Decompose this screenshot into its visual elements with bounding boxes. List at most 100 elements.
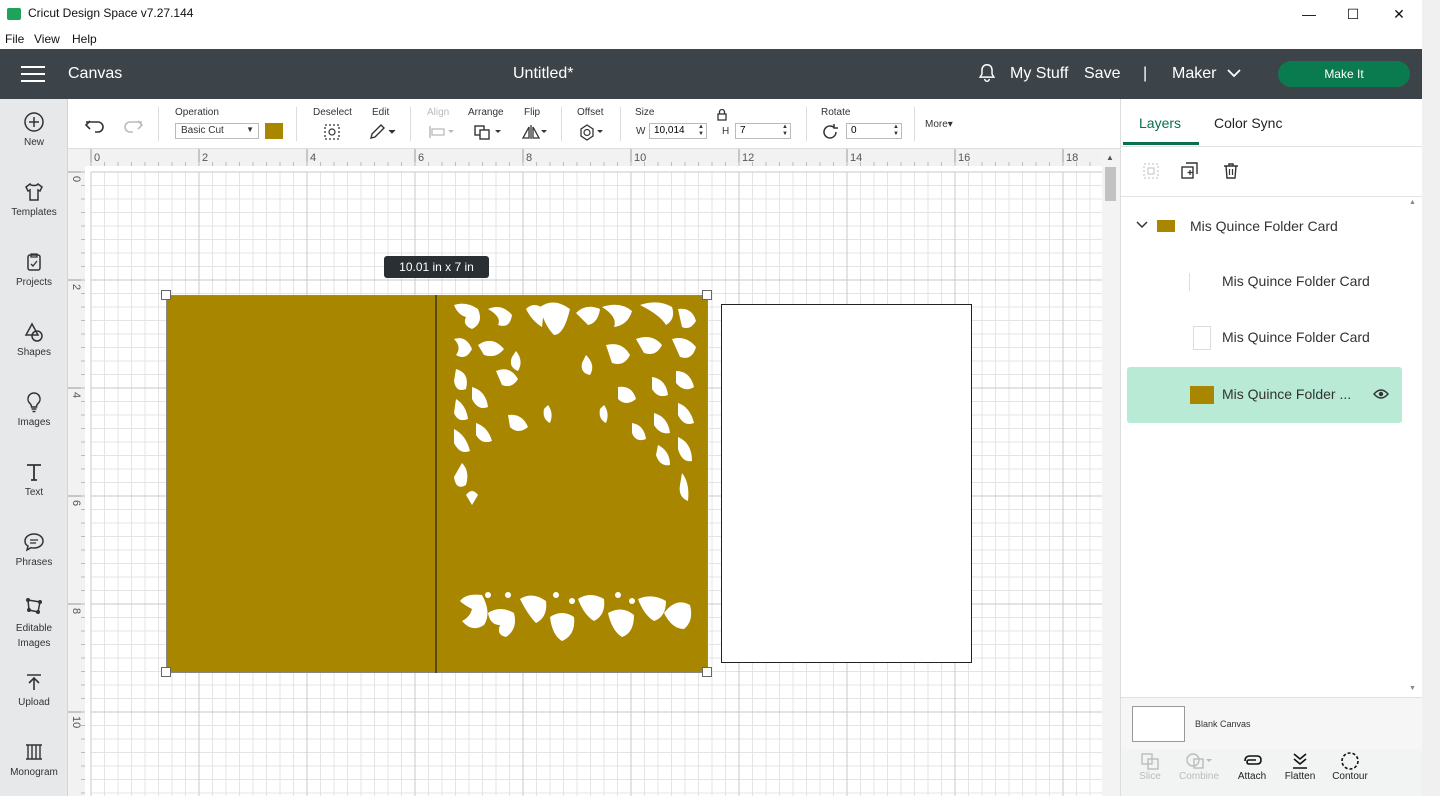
ruler-tick-label: 8: [526, 152, 532, 164]
height-prefix: H: [722, 126, 730, 137]
redo-icon[interactable]: [122, 117, 144, 135]
lock-icon[interactable]: [716, 108, 728, 121]
machine-selector[interactable]: Maker: [1172, 65, 1216, 83]
sidebar-item-images[interactable]: Images: [0, 391, 68, 428]
canvas-scrollbar[interactable]: ▲: [1102, 149, 1120, 796]
height-stepper-icon[interactable]: ▲ ▼: [782, 124, 788, 138]
sidebar-item-projects[interactable]: Projects: [0, 251, 68, 288]
scroll-up-icon[interactable]: ▲: [1409, 199, 1416, 206]
header-separator: |: [1143, 65, 1148, 82]
more-button[interactable]: More▾: [925, 119, 953, 130]
chevron-down-icon[interactable]: [1136, 220, 1148, 230]
blank-card-layer[interactable]: [721, 304, 972, 663]
menu-help[interactable]: Help: [72, 32, 97, 46]
layer-group-row[interactable]: Mis Quince Folder Card: [1121, 204, 1406, 248]
duplicate-icon[interactable]: [1180, 161, 1200, 181]
flip-icon[interactable]: [520, 123, 550, 141]
resize-handle-bottom-left[interactable]: [161, 667, 171, 677]
close-window-button[interactable]: ✕: [1376, 2, 1422, 26]
resize-handle-bottom-right[interactable]: [702, 667, 712, 677]
flatten-button[interactable]: Flatten: [1275, 751, 1325, 782]
trash-icon[interactable]: [1221, 161, 1241, 181]
hamburger-menu-icon[interactable]: [21, 66, 45, 82]
my-stuff-link[interactable]: My Stuff: [1010, 65, 1068, 83]
scroll-down-icon[interactable]: ▼: [1409, 685, 1416, 692]
undo-icon[interactable]: [84, 117, 106, 135]
notification-bell-icon[interactable]: [976, 62, 998, 84]
edit-pen-icon[interactable]: [368, 123, 398, 141]
sidebar-item-upload[interactable]: Upload: [0, 671, 68, 708]
blank-canvas-swatch[interactable]: [1132, 706, 1185, 742]
height-input[interactable]: ▲▼: [735, 123, 791, 139]
eye-icon[interactable]: [1373, 388, 1389, 400]
deselect-icon[interactable]: [322, 123, 342, 141]
sidebar-item-templates[interactable]: Templates: [0, 181, 68, 218]
menu-view[interactable]: View: [34, 32, 60, 46]
operation-select[interactable]: Basic Cut ▼: [175, 123, 259, 139]
size-tooltip: 10.01 in x 7 in: [384, 256, 489, 278]
flatten-icon: [1293, 753, 1307, 769]
slice-label: Slice: [1139, 771, 1161, 782]
maximize-button[interactable]: ☐: [1330, 2, 1376, 26]
section-title: Canvas: [68, 65, 123, 82]
sidebar-item-label: Text: [24, 487, 44, 498]
layer-row-selected[interactable]: Mis Quince Folder ...: [1127, 367, 1402, 423]
rotate-stepper-icon[interactable]: ▲ ▼: [893, 124, 899, 138]
layer-row[interactable]: Mis Quince Folder Card: [1127, 310, 1402, 366]
ruler-tick-label: 6: [418, 152, 424, 164]
contour-button[interactable]: Contour: [1325, 751, 1375, 782]
width-input[interactable]: ▲▼: [649, 123, 707, 139]
sidebar-item-monogram[interactable]: Monogram: [0, 741, 68, 778]
folder-card-design[interactable]: [166, 295, 708, 673]
rotate-icon[interactable]: [821, 123, 841, 141]
attach-label: Attach: [1237, 771, 1267, 782]
ruler-tick-label: 2: [202, 152, 208, 164]
operation-color-swatch[interactable]: [265, 123, 283, 139]
app-header: Canvas Untitled* My Stuff Save | Maker M…: [0, 49, 1422, 99]
ruler-tick-label: 0: [94, 152, 100, 164]
scroll-up-icon[interactable]: ▲: [1106, 153, 1114, 162]
sidebar-item-label: Templates: [11, 207, 57, 218]
rotate-field[interactable]: [851, 125, 897, 136]
toolbar-divider: [410, 107, 411, 141]
upload-icon: [27, 674, 41, 690]
resize-handle-top-right[interactable]: [702, 290, 712, 300]
minimize-button[interactable]: —: [1286, 2, 1332, 26]
blank-canvas-row[interactable]: Blank Canvas: [1121, 697, 1423, 749]
rotate-input[interactable]: ▲▼: [846, 123, 902, 139]
tab-color-sync[interactable]: Color Sync: [1214, 115, 1282, 131]
shapes-icon: [24, 322, 43, 342]
toolbar-divider: [620, 107, 621, 141]
window-title: Cricut Design Space v7.27.144: [28, 6, 194, 20]
combine-label: Combine: [1178, 771, 1220, 782]
sidebar-item-shapes[interactable]: Shapes: [0, 321, 68, 358]
canvas-scrollbar-thumb[interactable]: [1105, 167, 1116, 201]
save-button[interactable]: Save: [1084, 65, 1120, 83]
top-ruler: [68, 149, 1102, 166]
layer-row[interactable]: Mis Quince Folder Card: [1127, 254, 1402, 310]
menu-file[interactable]: File: [5, 32, 24, 46]
arrange-icon[interactable]: [472, 123, 504, 141]
design-canvas[interactable]: 0 2 4 6 8 10 12 14 16 18 0 2 4 6 8 10 10.01 in x 7 in: [68, 149, 1120, 796]
offset-icon[interactable]: [577, 123, 607, 141]
left-sidebar: New Templates Projects Shapes Images Tex…: [0, 99, 68, 796]
make-it-button[interactable]: Make It: [1278, 61, 1410, 87]
tab-layers[interactable]: Layers: [1139, 115, 1181, 131]
sidebar-item-editable-images[interactable]: Editable Images: [0, 595, 68, 651]
resize-handle-top-left[interactable]: [161, 290, 171, 300]
width-field[interactable]: [654, 125, 702, 136]
flatten-label: Flatten: [1284, 771, 1316, 782]
ruler-tick-label: 10: [70, 716, 82, 728]
layer-name: Mis Quince Folder Card: [1222, 273, 1370, 289]
window-scrollbar[interactable]: [1422, 0, 1440, 796]
sidebar-item-text[interactable]: Text: [0, 461, 68, 498]
sidebar-item-new[interactable]: New: [0, 111, 68, 148]
panel-scrollbar[interactable]: ▲ ▼: [1406, 199, 1420, 699]
width-stepper-icon[interactable]: ▲ ▼: [698, 124, 704, 138]
chevron-down-icon[interactable]: [1226, 67, 1242, 79]
sidebar-item-label: Monogram: [10, 767, 58, 778]
attach-button[interactable]: Attach: [1227, 751, 1277, 782]
sidebar-item-phrases[interactable]: Phrases: [0, 531, 68, 568]
height-field[interactable]: [740, 125, 786, 136]
toolbar-divider: [914, 107, 915, 141]
